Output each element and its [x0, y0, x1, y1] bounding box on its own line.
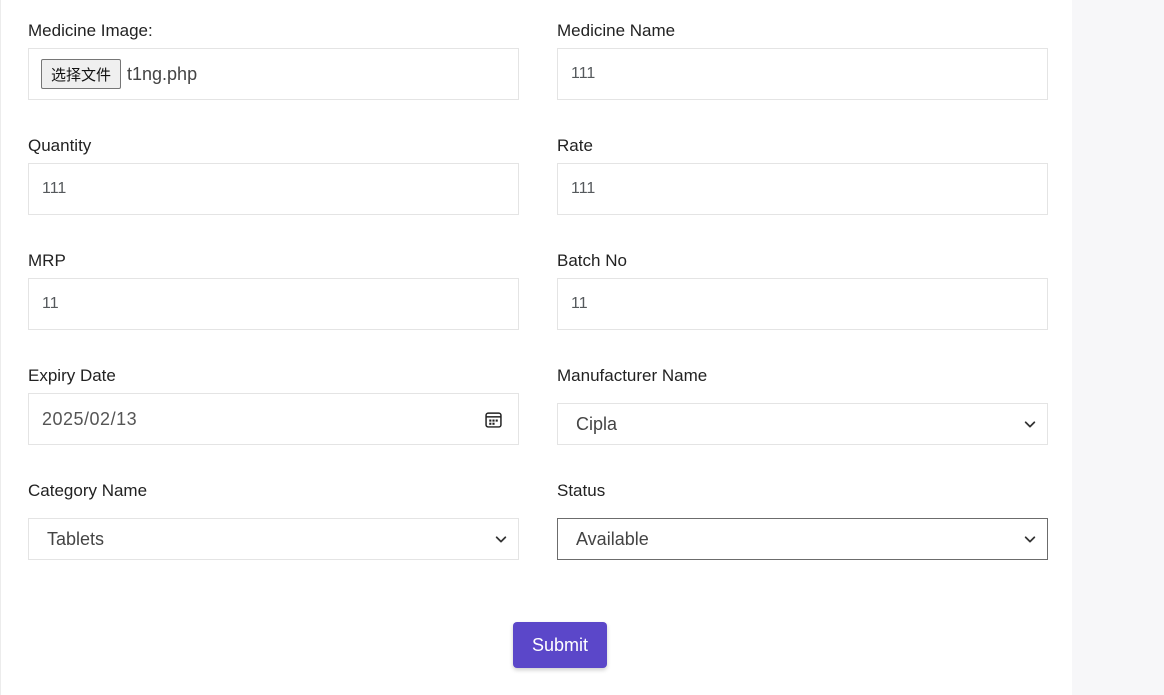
batch-no-input[interactable]: 11 — [557, 278, 1048, 330]
chevron-down-icon — [495, 536, 507, 543]
medicine-image-label: Medicine Image: — [28, 21, 153, 40]
expiry-date-value: 2025/02/13 — [42, 408, 138, 429]
chevron-down-icon — [1024, 536, 1036, 543]
manufacturer-selected: Cipla — [576, 413, 618, 434]
mrp-label: MRP — [28, 251, 66, 270]
medicine-name-input[interactable]: 111 — [557, 48, 1048, 100]
submit-button[interactable]: Submit — [513, 622, 607, 668]
manufacturer-label: Manufacturer Name — [557, 366, 708, 385]
status-select[interactable]: Available — [557, 518, 1048, 560]
calendar-icon[interactable] — [485, 411, 502, 428]
choose-file-button[interactable]: 选择文件 — [41, 59, 122, 89]
expiry-date-input[interactable]: 2025/02/13 — [28, 393, 519, 445]
category-select[interactable]: Tablets — [28, 518, 519, 560]
medicine-name-label: Medicine Name — [557, 21, 676, 40]
status-label: Status — [557, 481, 606, 500]
quantity-input[interactable]: 111 — [28, 163, 519, 215]
medicine-form: Medicine Image: 选择文件 t1ng.php Medicine N… — [0, 0, 1072, 695]
manufacturer-select[interactable]: Cipla — [557, 403, 1048, 445]
category-label: Category Name — [28, 481, 148, 500]
quantity-label: Quantity — [28, 136, 92, 155]
rate-label: Rate — [557, 136, 593, 155]
chevron-down-icon — [1024, 421, 1036, 428]
mrp-input[interactable]: 11 — [28, 278, 519, 330]
status-selected: Available — [576, 528, 649, 549]
rate-input[interactable]: 111 — [557, 163, 1048, 215]
medicine-image-file-input[interactable]: 选择文件 t1ng.php — [28, 48, 519, 100]
selected-file-name: t1ng.php — [127, 63, 198, 84]
category-selected: Tablets — [47, 528, 105, 549]
batch-no-label: Batch No — [557, 251, 627, 270]
expiry-date-label: Expiry Date — [28, 366, 116, 385]
